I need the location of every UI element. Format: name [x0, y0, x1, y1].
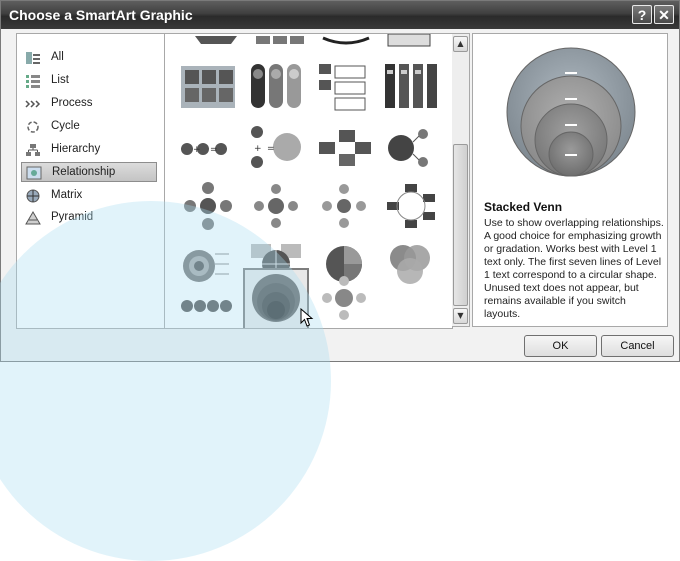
smartart-dialog: Choose a SmartArt Graphic ? ✕ All List P…: [0, 0, 680, 561]
all-icon: [26, 52, 40, 64]
category-label: Pyramid: [51, 211, 94, 223]
category-matrix[interactable]: Matrix: [21, 186, 157, 206]
category-label: Hierarchy: [51, 143, 101, 155]
process-icon: [25, 100, 41, 108]
category-label: Process: [51, 97, 93, 109]
category-all[interactable]: All: [21, 48, 157, 68]
cancel-button[interactable]: Cancel: [601, 335, 674, 357]
category-relationship[interactable]: Relationship: [21, 162, 157, 182]
category-cycle[interactable]: Cycle: [21, 117, 157, 137]
layout-thumbnail[interactable]: [379, 236, 441, 294]
svg-text:+: +: [254, 144, 262, 154]
cycle-icon: [27, 121, 39, 133]
category-label: Matrix: [51, 189, 83, 201]
category-label: Cycle: [51, 120, 80, 132]
scroll-down-icon[interactable]: ▼: [453, 308, 468, 324]
scroll-thumb[interactable]: [453, 144, 468, 306]
gallery-scrollbar[interactable]: ▲ ▼: [452, 33, 470, 327]
layout-thumbnail[interactable]: [245, 58, 307, 116]
category-hierarchy[interactable]: Hierarchy: [21, 140, 157, 160]
preview-description: Use to show overlapping relationships. A…: [484, 217, 664, 320]
category-label: List: [51, 74, 69, 86]
layout-thumbnail[interactable]: [379, 178, 441, 236]
svg-text:=: =: [210, 145, 218, 155]
scroll-up-icon[interactable]: ▲: [453, 36, 468, 52]
preview-pane: Stacked Venn Use to show overlapping rel…: [472, 33, 668, 327]
layout-thumbnail[interactable]: [379, 58, 441, 116]
layout-thumbnail[interactable]: [177, 58, 239, 116]
category-list: All List Process Cycle Hierarchy Relatio…: [16, 33, 165, 329]
layout-thumbnail[interactable]: [313, 270, 375, 328]
svg-text:=: =: [267, 144, 275, 154]
layout-thumbnail[interactable]: [313, 178, 375, 236]
layout-gallery: + = + =: [164, 33, 453, 329]
preview-title: Stacked Venn: [484, 200, 563, 214]
matrix-icon: [26, 189, 40, 203]
title-bar: Choose a SmartArt Graphic ? ✕: [1, 1, 679, 29]
layout-thumbnail[interactable]: [177, 178, 239, 236]
layout-thumbnail[interactable]: [313, 58, 375, 116]
stacked-venn-preview-image: [506, 47, 636, 177]
ok-button[interactable]: OK: [524, 335, 597, 357]
hierarchy-icon: [26, 144, 40, 156]
list-icon: [26, 75, 40, 88]
category-label: Relationship: [52, 166, 116, 178]
category-process[interactable]: Process: [21, 94, 157, 114]
pyramid-icon: [25, 211, 41, 225]
svg-text:+: +: [193, 145, 201, 155]
layout-thumbnail[interactable]: + =: [177, 120, 239, 178]
category-list-item[interactable]: List: [21, 71, 157, 91]
close-button[interactable]: ✕: [654, 5, 674, 24]
layout-thumbnail[interactable]: + =: [245, 120, 307, 178]
layout-thumbnail-stacked-venn[interactable]: [243, 268, 309, 328]
category-label: All: [51, 51, 64, 63]
layout-thumbnail[interactable]: [379, 120, 441, 178]
category-pyramid[interactable]: Pyramid: [21, 208, 157, 228]
relationship-icon: [26, 166, 42, 180]
layout-thumbnail[interactable]: [177, 294, 239, 328]
layout-thumbnail[interactable]: [313, 120, 375, 178]
help-button[interactable]: ?: [632, 5, 652, 24]
mouse-cursor-icon: [300, 308, 314, 327]
layout-thumbnail[interactable]: [177, 236, 239, 294]
dialog-title: Choose a SmartArt Graphic: [9, 7, 193, 23]
layout-thumbnail[interactable]: [245, 178, 307, 236]
